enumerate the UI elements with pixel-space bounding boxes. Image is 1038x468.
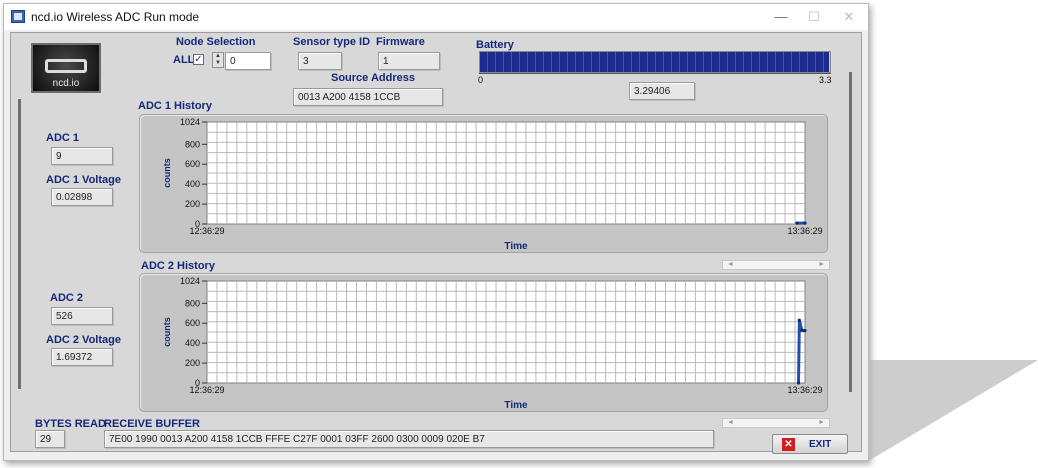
exit-button[interactable]: ✕ EXIT — [772, 434, 848, 454]
x-tick-label: 12:36:29 — [189, 226, 224, 236]
scroll-left-icon[interactable]: ◄ — [727, 419, 734, 426]
firmware-value: 1 — [378, 52, 440, 70]
y-tick-label: 600 — [185, 318, 200, 328]
x-tick-label: 12:36:29 — [189, 385, 224, 395]
adc2-value: 526 — [51, 307, 113, 325]
data-point — [803, 221, 807, 225]
logo-mark-icon — [45, 59, 87, 73]
adc1-chart: 1024 800 600 400 200 0 counts 12:36:29 13:36:29 T… — [139, 114, 828, 253]
y-axis-title: counts — [162, 158, 172, 188]
battery-scale — [479, 73, 831, 76]
adc2-voltage-label: ADC 2 Voltage — [46, 334, 121, 346]
y-tick-label: 1024 — [180, 276, 200, 286]
sensor-type-label: Sensor type ID — [293, 36, 371, 48]
battery-min-label: 0 — [478, 75, 484, 85]
data-point — [803, 329, 807, 333]
firmware-label: Firmware — [376, 36, 425, 48]
adc1-voltage-label: ADC 1 Voltage — [46, 174, 121, 186]
all-label: ALL — [173, 54, 195, 66]
node-spinner-icon[interactable]: ▲ ▼ — [212, 52, 224, 68]
right-divider — [849, 72, 852, 392]
all-checkbox[interactable]: ✓ — [193, 54, 204, 65]
exit-label: EXIT — [809, 439, 832, 450]
x-axis-title: Time — [504, 400, 528, 411]
x-axis-title: Time — [504, 241, 528, 252]
battery-value: 3.29406 — [629, 82, 695, 100]
adc2-voltage-value: 1.69372 — [51, 348, 113, 366]
scroll-right-icon[interactable]: ► — [818, 261, 825, 268]
data-point — [797, 318, 801, 322]
y-tick-label: 1024 — [180, 117, 200, 127]
x-tick-label: 13:36:29 — [787, 385, 822, 395]
window-title: ncd.io Wireless ADC Run mode — [31, 10, 200, 24]
adc1-voltage-value: 0.02898 — [51, 188, 113, 206]
receive-buffer-scrollbar[interactable]: ◄ ► — [722, 418, 830, 428]
title-bar: ncd.io Wireless ADC Run mode — ☐ ✕ — [4, 4, 868, 30]
bytes-read-label: BYTES READ — [35, 418, 106, 430]
adc2-label: ADC 2 — [50, 292, 84, 304]
adc2-chart-svg: 10248006004002000counts12:36:29 13:36:29T… — [162, 276, 823, 411]
battery-gauge — [479, 51, 831, 73]
data-point — [795, 221, 799, 225]
y-tick-label: 800 — [185, 139, 200, 149]
ncd-logo: ncd.io — [31, 43, 101, 93]
adc1-chart-title: ADC 1 History — [138, 100, 212, 112]
battery-label: Battery — [476, 39, 514, 51]
node-selection-input[interactable]: 0 — [225, 52, 271, 70]
x-tick-label: 13:36:29 — [787, 226, 822, 236]
y-tick-label: 400 — [185, 179, 200, 189]
adc2-chart: 1024 800 600 400 200 0 counts 12:36:29 13:36:29 T… — [139, 273, 828, 412]
adc1-label: ADC 1 — [46, 132, 80, 144]
bytes-read-value: 29 — [35, 430, 65, 448]
window-shadow — [870, 360, 1038, 460]
app-window: ncd.io Wireless ADC Run mode — ☐ ✕ ncd.i… — [3, 3, 869, 461]
source-address-label: Source Address — [331, 72, 415, 84]
source-address-value: 0013 A200 4158 1CCB — [293, 88, 443, 106]
minimize-button[interactable]: — — [766, 7, 796, 27]
y-tick-label: 200 — [185, 199, 200, 209]
y-tick-label: 200 — [185, 358, 200, 368]
y-tick-label: 800 — [185, 298, 200, 308]
scroll-right-icon[interactable]: ► — [818, 419, 825, 426]
adc2-chart-scrollbar[interactable]: ◄ ► — [722, 260, 830, 270]
adc2-chart-title: ADC 2 History — [141, 260, 215, 272]
exit-icon: ✕ — [782, 438, 795, 451]
adc1-chart-svg: 10248006004002000counts12:36:29 13:36:29T… — [162, 117, 823, 252]
close-button[interactable]: ✕ — [834, 7, 864, 27]
app-icon — [11, 10, 25, 23]
battery-gauge-fill — [480, 52, 830, 72]
y-tick-label: 600 — [185, 159, 200, 169]
y-tick-label: 400 — [185, 338, 200, 348]
maximize-button[interactable]: ☐ — [799, 7, 829, 27]
battery-max-label: 3.3 — [819, 75, 832, 85]
logo-text: ncd.io — [52, 78, 80, 89]
node-selection-label: Node Selection — [176, 36, 256, 48]
receive-buffer-label: RECEIVE BUFFER — [104, 418, 200, 430]
y-axis-title: counts — [162, 317, 172, 347]
left-divider — [18, 99, 21, 389]
data-point — [800, 328, 804, 332]
adc1-value: 9 — [51, 147, 113, 165]
sensor-type-value: 3 — [298, 52, 342, 70]
data-point — [796, 381, 801, 385]
scroll-left-icon[interactable]: ◄ — [727, 261, 734, 268]
receive-buffer-value: 7E00 1990 0013 A200 4158 1CCB FFFE C27F … — [104, 430, 714, 448]
